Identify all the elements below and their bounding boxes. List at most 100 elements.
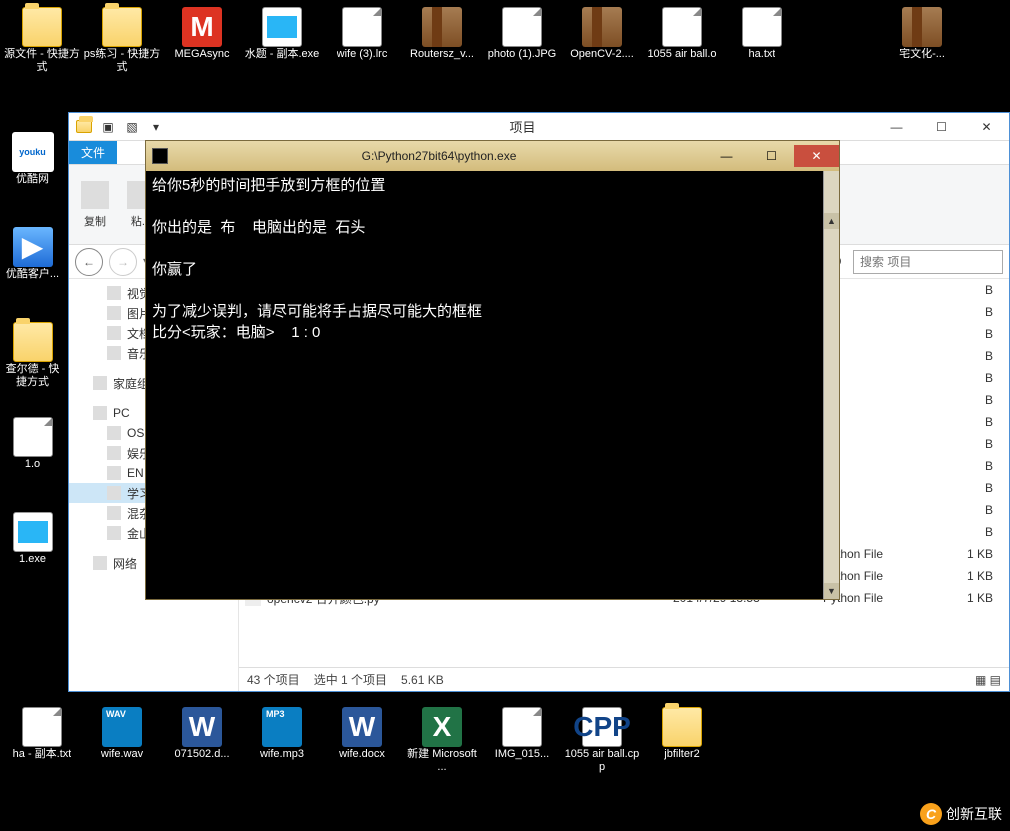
- minimize-button[interactable]: —: [874, 116, 919, 138]
- console-window[interactable]: G:\Python27bit64\python.exe — ☐ ✕ 给你5秒的时…: [145, 140, 840, 600]
- status-bar: 43 个项目 选中 1 个项目 5.61 KB ▦ ▤: [239, 667, 1009, 691]
- file-type: Python File: [823, 591, 943, 605]
- explorer-titlebar[interactable]: ▣ ▧ ▾ 项目 — ☐ ✕: [69, 113, 1009, 141]
- desktop-icon[interactable]: 水题 - 副本.exe: [242, 5, 322, 95]
- nav-icon: [107, 446, 121, 460]
- desktop-label: 新建 Microsoft ...: [403, 748, 481, 778]
- folder-icon: [75, 118, 93, 136]
- desktop-left-col: youku优酷网 ▶优酷客户... 查尔德 - 快捷方式 1.o 1.exe: [0, 130, 65, 605]
- scroll-down-icon[interactable]: ▼: [824, 583, 839, 599]
- desktop-row-1: 源文件 - 快捷方式ps练习 - 快捷方式MMEGAsync水题 - 副本.ex…: [0, 0, 1010, 100]
- desktop-icon[interactable]: CPP1055 air ball.cpp: [562, 705, 642, 795]
- desktop-icon[interactable]: photo (1).JPG: [482, 5, 562, 95]
- desktop-icon[interactable]: ha - 副本.txt: [2, 705, 82, 795]
- nav-icon: [107, 426, 121, 440]
- view-switch-icon[interactable]: ▦ ▤: [975, 673, 1001, 687]
- tab-file[interactable]: 文件: [69, 141, 117, 164]
- desktop-label: 1055 air ball.o: [647, 48, 716, 78]
- nav-icon: [107, 466, 121, 480]
- watermark-icon: C: [920, 803, 942, 825]
- file-type: Python File: [823, 569, 943, 583]
- desktop-icon[interactable]: youku优酷网: [0, 130, 65, 205]
- desktop-icon[interactable]: X新建 Microsoft ...: [402, 705, 482, 795]
- console-titlebar[interactable]: G:\Python27bit64\python.exe — ☐ ✕: [146, 141, 839, 171]
- nav-icon: [93, 406, 107, 420]
- desktop-label: jbfilter2: [664, 748, 699, 778]
- desktop-label: 宅文化-...: [899, 48, 945, 78]
- nav-icon: [107, 326, 121, 340]
- nav-label: PC: [113, 406, 130, 420]
- watermark: C 创新互联: [920, 803, 1002, 825]
- desktop-label: wife.mp3: [260, 748, 304, 778]
- file-size: 1 KB: [943, 569, 1003, 583]
- desktop-icon[interactable]: jbfilter2: [642, 705, 722, 795]
- status-item-count: 43 个项目: [247, 671, 300, 688]
- console-minimize-button[interactable]: —: [704, 145, 749, 167]
- console-maximize-button[interactable]: ☐: [749, 145, 794, 167]
- desktop-label: OpenCV-2....: [570, 48, 634, 78]
- nav-forward-button[interactable]: →: [109, 248, 137, 276]
- nav-icon: [107, 486, 121, 500]
- desktop-icon[interactable]: W071502.d...: [162, 705, 242, 795]
- maximize-button[interactable]: ☐: [919, 116, 964, 138]
- console-close-button[interactable]: ✕: [794, 145, 839, 167]
- desktop-label: wife (3).lrc: [337, 48, 388, 78]
- explorer-title: 项目: [171, 117, 874, 136]
- desktop-icon[interactable]: Routersz_v...: [402, 5, 482, 95]
- nav-back-button[interactable]: ←: [75, 248, 103, 276]
- desktop-icon[interactable]: 源文件 - 快捷方式: [2, 5, 82, 95]
- desktop-label: 优酷网: [16, 173, 49, 203]
- desktop-icon[interactable]: 1.exe: [0, 510, 65, 585]
- window-buttons: — ☐ ✕: [874, 116, 1009, 138]
- search-input[interactable]: [853, 250, 1003, 274]
- desktop-icon[interactable]: IMG_015...: [482, 705, 562, 795]
- nav-icon: [107, 306, 121, 320]
- desktop-icon[interactable]: ▶优酷客户...: [0, 225, 65, 300]
- desktop-icon[interactable]: 查尔德 - 快捷方式: [0, 320, 65, 395]
- nav-label: EN: [127, 466, 144, 480]
- nav-icon: [107, 346, 121, 360]
- desktop-icon[interactable]: wife.wav: [82, 705, 162, 795]
- desktop-row-2: ha - 副本.txt wife.wav W071502.d... wife.mp3 W…: [0, 700, 1010, 800]
- desktop-icon[interactable]: OpenCV-2....: [562, 5, 642, 95]
- desktop-icon[interactable]: 1055 air ball.o: [642, 5, 722, 95]
- copy-icon: [81, 181, 109, 209]
- desktop-label: 水题 - 副本.exe: [245, 48, 320, 78]
- ribbon-copy[interactable]: 复制: [77, 177, 113, 233]
- scrollbar[interactable]: ▲ ▼: [823, 171, 839, 599]
- desktop-label: MEGAsync: [174, 48, 229, 78]
- desktop-label: IMG_015...: [495, 748, 549, 778]
- desktop-label: ha.txt: [749, 48, 776, 78]
- desktop-label: 1.o: [25, 458, 40, 488]
- desktop-icon[interactable]: wife.mp3: [242, 705, 322, 795]
- file-type: Python File: [823, 547, 943, 561]
- desktop-label: wife.docx: [339, 748, 385, 778]
- desktop-icon[interactable]: 1.o: [0, 415, 65, 490]
- file-size: 1 KB: [943, 591, 1003, 605]
- desktop-icon[interactable]: Wwife.docx: [322, 705, 402, 795]
- desktop-icon[interactable]: ha.txt: [722, 5, 802, 95]
- file-size: 1 KB: [943, 547, 1003, 561]
- desktop-icon[interactable]: 宅文化-...: [882, 5, 962, 95]
- desktop-icon[interactable]: wife (3).lrc: [322, 5, 402, 95]
- cmd-icon: [152, 148, 168, 164]
- close-button[interactable]: ✕: [964, 116, 1009, 138]
- console-title: G:\Python27bit64\python.exe: [174, 149, 704, 163]
- desktop-label: 源文件 - 快捷方式: [3, 48, 81, 78]
- desktop-icon[interactable]: ps练习 - 快捷方式: [82, 5, 162, 95]
- status-size: 5.61 KB: [401, 673, 444, 687]
- console-output[interactable]: 给你5秒的时间把手放到方框的位置 你出的是 布 电脑出的是 石头 你赢了 为了减…: [146, 171, 839, 599]
- desktop-label: ha - 副本.txt: [13, 748, 72, 778]
- desktop-label: wife.wav: [101, 748, 143, 778]
- scroll-track[interactable]: [824, 187, 839, 583]
- qat-properties-icon[interactable]: ▣: [99, 118, 117, 136]
- desktop-label: photo (1).JPG: [488, 48, 556, 78]
- chevron-down-icon[interactable]: ▾: [147, 118, 165, 136]
- nav-label: 网络: [113, 555, 137, 572]
- desktop-label: 查尔德 - 快捷方式: [1, 363, 64, 393]
- desktop-label: 优酷客户...: [6, 268, 59, 298]
- desktop-icon[interactable]: MMEGAsync: [162, 5, 242, 95]
- nav-icon: [107, 526, 121, 540]
- desktop-label: 071502.d...: [174, 748, 229, 778]
- qat-newfolder-icon[interactable]: ▧: [123, 118, 141, 136]
